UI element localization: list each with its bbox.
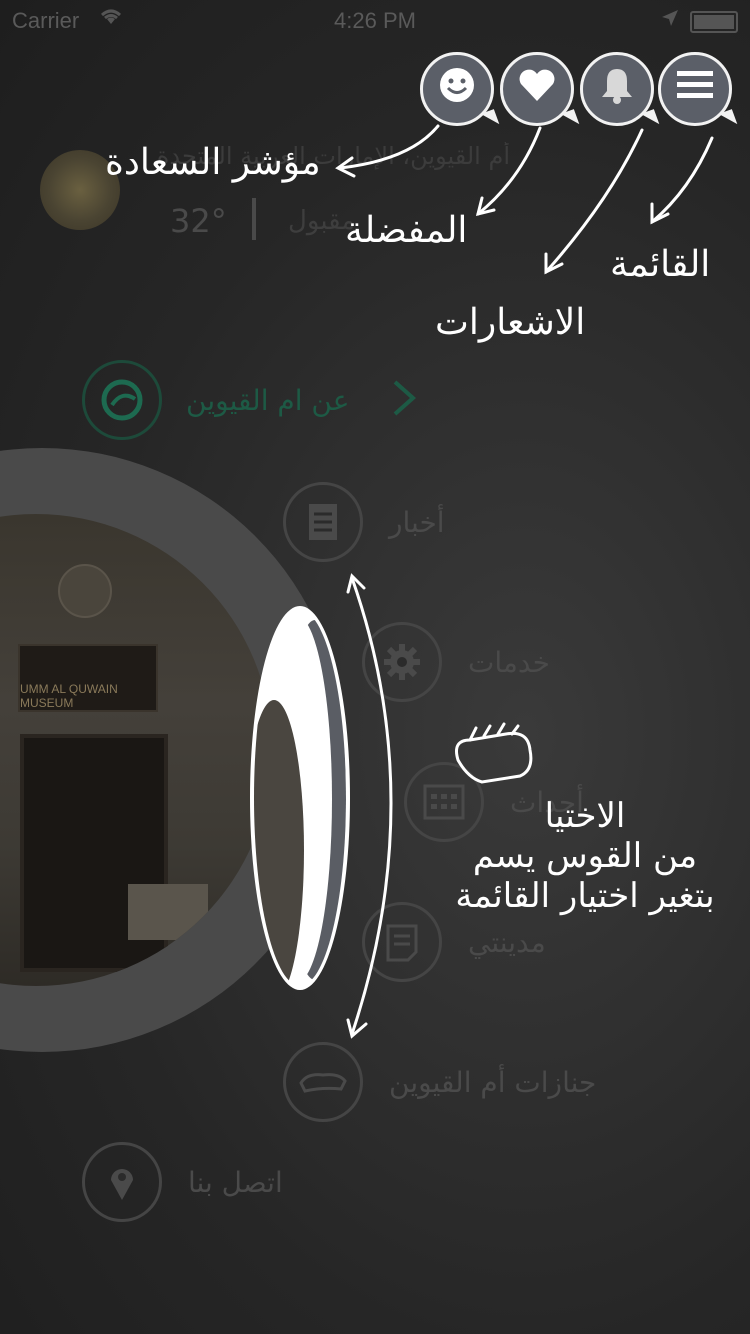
notifications-button[interactable] bbox=[580, 52, 660, 129]
heart-icon bbox=[517, 67, 557, 112]
menu-label-contact: اتصل بنا bbox=[188, 1165, 283, 1199]
menu-label-news: أخبار bbox=[389, 505, 445, 539]
hamburger-icon bbox=[675, 68, 715, 111]
stone-block bbox=[128, 884, 208, 940]
app-screen: Carrier 4:26 PM أم القيوين، الإمارات الع… bbox=[0, 0, 750, 1334]
menu-item-news[interactable]: أخبار bbox=[283, 482, 445, 562]
menu-item-funerals[interactable]: جنازات أم القيوين bbox=[283, 1042, 596, 1122]
menu-button[interactable] bbox=[658, 52, 738, 129]
weather-temperature: 32° bbox=[170, 202, 227, 240]
location-pin-icon bbox=[82, 1142, 162, 1222]
menu-label-funerals: جنازات أم القيوين bbox=[389, 1065, 597, 1099]
swipe-line-3: بتغير اختيار القائمة bbox=[455, 876, 715, 916]
gear-icon bbox=[362, 622, 442, 702]
coffin-icon bbox=[283, 1042, 363, 1122]
bell-icon bbox=[599, 65, 635, 114]
clock-label: 4:26 PM bbox=[334, 8, 416, 33]
menu-item-services[interactable]: خدمات bbox=[362, 622, 550, 702]
museum-sign: UMM AL QUWAIN MUSEUM bbox=[18, 644, 158, 712]
swipe-line-2: من القوس يسم bbox=[472, 836, 698, 876]
annotation-menu: القائمة bbox=[610, 244, 711, 285]
status-bar: Carrier 4:26 PM bbox=[0, 0, 750, 40]
annotation-swipe: الاختيا من القوس يسم بتغير اختيار القائم… bbox=[440, 796, 730, 916]
weather-divider bbox=[252, 198, 256, 240]
chevron-right-icon bbox=[389, 378, 419, 422]
location-arrow-icon bbox=[660, 8, 680, 34]
smiley-icon bbox=[437, 65, 477, 114]
menu-item-about[interactable]: عن ام القيوين bbox=[82, 360, 419, 440]
annotation-happiness: مؤشر السعادة bbox=[105, 142, 321, 183]
annotation-favorites: المفضلة bbox=[345, 210, 468, 251]
arc-handle[interactable] bbox=[250, 606, 350, 990]
annotation-notifications: الاشعارات bbox=[435, 302, 586, 343]
document-icon bbox=[283, 482, 363, 562]
battery-icon bbox=[690, 11, 738, 33]
favorites-button[interactable] bbox=[500, 52, 580, 129]
swipe-line-1: الاختيا bbox=[544, 796, 626, 836]
happiness-button[interactable] bbox=[420, 52, 500, 129]
app-logo-icon bbox=[82, 360, 162, 440]
emblem-icon bbox=[58, 564, 112, 618]
menu-label-mycity: مدينتي bbox=[468, 925, 546, 959]
menu-label-services: خدمات bbox=[468, 645, 550, 679]
menu-item-contact[interactable]: اتصل بنا bbox=[82, 1142, 283, 1222]
menu-label-about: عن ام القيوين bbox=[186, 383, 350, 417]
note-icon bbox=[362, 902, 442, 982]
